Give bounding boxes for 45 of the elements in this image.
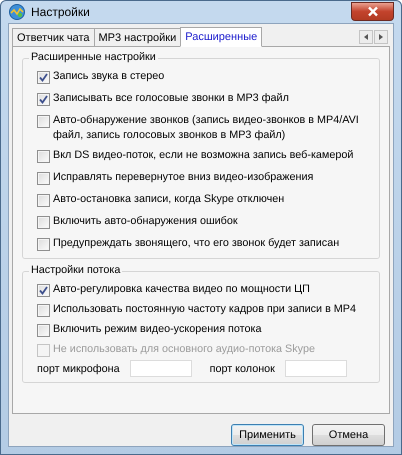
checkbox-label: Предупреждать звонящего, что его звонок будет записан — [53, 236, 340, 251]
scroll-right-button[interactable] — [374, 30, 388, 44]
window-title: Настройки — [31, 5, 91, 19]
check-icon — [39, 286, 48, 295]
checkbox-label: Авто-обнаружение звонков (запись видео-звонков в MP4/AVI файл, запись голосовых звонков в MP3 файл) — [53, 113, 360, 143]
checkbox[interactable] — [37, 284, 50, 297]
checkbox[interactable] — [37, 71, 50, 84]
checkbox[interactable] — [37, 115, 50, 128]
checkbox[interactable] — [37, 194, 50, 207]
field-label: порт микрофона — [37, 362, 120, 374]
checkbox[interactable] — [37, 324, 50, 337]
group-title: Настройки потока — [29, 264, 122, 276]
checkbox-label: Не использовать для основного аудио-потока Skype — [53, 342, 316, 357]
check-icon — [39, 73, 48, 82]
checkbox-label: Исправлять перевернутое вниз видео-изображения — [53, 170, 314, 185]
checkbox[interactable] — [37, 93, 50, 106]
checkbox-label: Включить режим видео-ускорения потока — [53, 322, 262, 337]
app-icon — [9, 4, 25, 20]
scroll-left-button[interactable] — [359, 30, 373, 44]
group-title: Расширенные настройки — [29, 51, 158, 63]
checkbox[interactable] — [37, 172, 50, 185]
checkbox[interactable] — [37, 216, 50, 229]
checkbox[interactable] — [37, 304, 50, 317]
input-field[interactable] — [284, 360, 347, 377]
checkbox-label: Запись звука в стерео — [53, 69, 164, 84]
button[interactable]: Применить — [231, 424, 304, 446]
button[interactable]: Отмена — [312, 424, 385, 446]
checkbox-label: Включить авто-обнаружения ошибок — [53, 214, 238, 229]
checkbox-label: Записывать все голосовые звонки в MP3 файл — [53, 91, 289, 106]
tab[interactable]: Расширенные — [180, 27, 262, 47]
close-button[interactable] — [351, 2, 394, 21]
checkbox[interactable] — [37, 150, 50, 163]
caret-right-icon — [379, 34, 383, 40]
input-field[interactable] — [130, 360, 192, 377]
field-label: порт колонок — [210, 362, 275, 374]
checkbox-label: Использовать постоянную частоту кадров при записи в MP4 — [53, 302, 356, 317]
checkbox[interactable] — [37, 238, 50, 251]
caret-left-icon — [364, 34, 368, 40]
tab[interactable]: MP3 настройки — [94, 28, 182, 46]
checkbox-label: Авто-остановка записи, когда Skype отключен — [53, 192, 284, 207]
checkbox-label: Вкл DS видео-поток, если не возможна запись веб-камерой — [53, 148, 354, 163]
tab[interactable]: Ответчик чата — [12, 28, 94, 46]
check-icon — [39, 95, 48, 104]
close-icon — [366, 6, 380, 17]
checkbox-label: Авто-регулировка качества видео по мощности ЦП — [53, 282, 310, 297]
